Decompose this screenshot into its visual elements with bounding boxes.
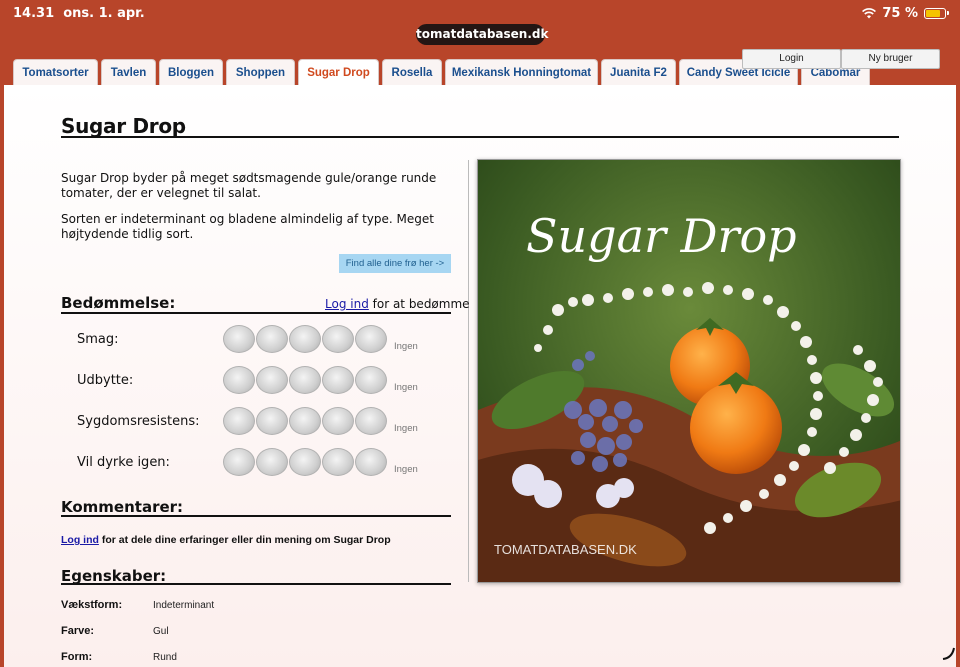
- photo-title: Sugar Drop: [526, 209, 797, 263]
- tomato-rating-icon[interactable]: [355, 325, 387, 353]
- rating-tomatoes-vil-dyrke-igen: [223, 448, 387, 476]
- tomato-rating-icon[interactable]: [256, 366, 288, 394]
- variety-photo-illustration: Sugar Drop TOMATDATABASEN.DK: [478, 160, 900, 582]
- page-content: Sugar Drop Sugar Drop byder på meget sød…: [4, 85, 956, 667]
- comments-login-text: Log ind for at dele dine erfaringer elle…: [61, 534, 391, 546]
- rating-label-udbytte: Udbytte:: [77, 373, 134, 388]
- user-menu: Login Ny bruger: [742, 49, 940, 69]
- battery-icon: [924, 8, 949, 19]
- new-user-button[interactable]: Ny bruger: [841, 49, 940, 69]
- title-divider: [61, 136, 899, 138]
- column-divider: [468, 160, 469, 582]
- tomato-rating-icon[interactable]: [322, 325, 354, 353]
- tab-juanita-f2[interactable]: Juanita F2: [601, 59, 676, 87]
- property-value-vaekstform: Indeterminant: [153, 600, 215, 611]
- login-button[interactable]: Login: [742, 49, 841, 69]
- date-text: ons. 1. apr.: [63, 6, 145, 21]
- tab-tavlen[interactable]: Tavlen: [101, 59, 156, 87]
- comments-login-suffix: for at dele dine erfaringer eller din me…: [98, 534, 391, 546]
- comments-login-link[interactable]: Log ind: [61, 534, 99, 546]
- tab-bloggen[interactable]: Bloggen: [159, 59, 223, 87]
- tomato-rating-icon[interactable]: [223, 448, 255, 476]
- properties-divider: [61, 583, 451, 585]
- property-value-form: Rund: [153, 652, 177, 663]
- rating-login-suffix: for at bedømme: [368, 297, 470, 311]
- photo-watermark: TOMATDATABASEN.DK: [494, 542, 637, 557]
- tomato-rating-icon[interactable]: [322, 407, 354, 435]
- tab-mexikansk-honningtomat[interactable]: Mexikansk Honningtomat: [445, 59, 598, 87]
- time-text: 14.31: [13, 6, 55, 21]
- tab-tomatsorter[interactable]: Tomatsorter: [13, 59, 98, 87]
- url-bar[interactable]: tomatdatabasen.dk: [416, 24, 548, 45]
- tomato-rating-icon[interactable]: [355, 366, 387, 394]
- tomato-rating-icon[interactable]: [289, 325, 321, 353]
- tomato-rating-icon[interactable]: [256, 448, 288, 476]
- rating-label-vil-dyrke-igen: Vil dyrke igen:: [77, 455, 170, 470]
- rating-login-text: Log ind for at bedømme: [325, 297, 470, 311]
- comments-divider: [61, 515, 451, 517]
- tomato-rating-icon[interactable]: [223, 325, 255, 353]
- rating-divider: [61, 312, 451, 314]
- rating-tomatoes-udbytte: [223, 366, 387, 394]
- tomato-rating-icon[interactable]: [355, 448, 387, 476]
- tomato-rating-icon[interactable]: [289, 448, 321, 476]
- wifi-icon: [862, 8, 877, 19]
- comments-heading: Kommentarer:: [61, 498, 184, 516]
- battery-text: 75 %: [882, 6, 918, 21]
- rating-tomatoes-sygdomsresistens: [223, 407, 387, 435]
- property-label-vaekstform: Vækstform:: [61, 599, 123, 611]
- tab-rosella[interactable]: Rosella: [382, 59, 442, 87]
- rating-heading: Bedømmelse:: [61, 294, 176, 312]
- rating-tomatoes-smag: [223, 325, 387, 353]
- status-time: 14.31 ons. 1. apr.: [13, 6, 145, 21]
- tomato-rating-icon[interactable]: [289, 366, 321, 394]
- rating-login-link[interactable]: Log ind: [325, 297, 369, 311]
- tomato-rating-icon[interactable]: [223, 366, 255, 394]
- variety-photo: Sugar Drop TOMATDATABASEN.DK: [477, 159, 901, 583]
- find-seeds-button[interactable]: Find alle dine frø her ->: [339, 254, 451, 273]
- description-paragraph-2: Sorten er indeterminant og bladene almin…: [61, 212, 434, 241]
- status-right: 75 %: [862, 6, 949, 21]
- tomato-rating-icon[interactable]: [256, 407, 288, 435]
- property-value-farve: Gul: [153, 626, 169, 637]
- resize-handle-icon[interactable]: [940, 645, 956, 661]
- rating-label-smag: Smag:: [77, 332, 119, 347]
- rating-value-sygdomsresistens: Ingen: [394, 423, 418, 434]
- property-label-farve: Farve:: [61, 625, 95, 637]
- tomato-rating-icon[interactable]: [289, 407, 321, 435]
- description-paragraph-1: Sugar Drop byder på meget sødtsmagende g…: [61, 171, 437, 200]
- tomato-rating-icon[interactable]: [355, 407, 387, 435]
- tomato-rating-icon[interactable]: [322, 448, 354, 476]
- rating-value-smag: Ingen: [394, 341, 418, 352]
- tab-shoppen[interactable]: Shoppen: [226, 59, 295, 87]
- page-title: Sugar Drop: [61, 114, 186, 138]
- rating-value-udbytte: Ingen: [394, 382, 418, 393]
- rating-label-sygdomsresistens: Sygdomsresistens:: [77, 414, 200, 429]
- tomato-rating-icon[interactable]: [223, 407, 255, 435]
- property-label-form: Form:: [61, 651, 93, 663]
- tomato-rating-icon[interactable]: [322, 366, 354, 394]
- tomato-rating-icon[interactable]: [256, 325, 288, 353]
- battery-fill: [926, 10, 940, 17]
- rating-value-vil-dyrke-igen: Ingen: [394, 464, 418, 475]
